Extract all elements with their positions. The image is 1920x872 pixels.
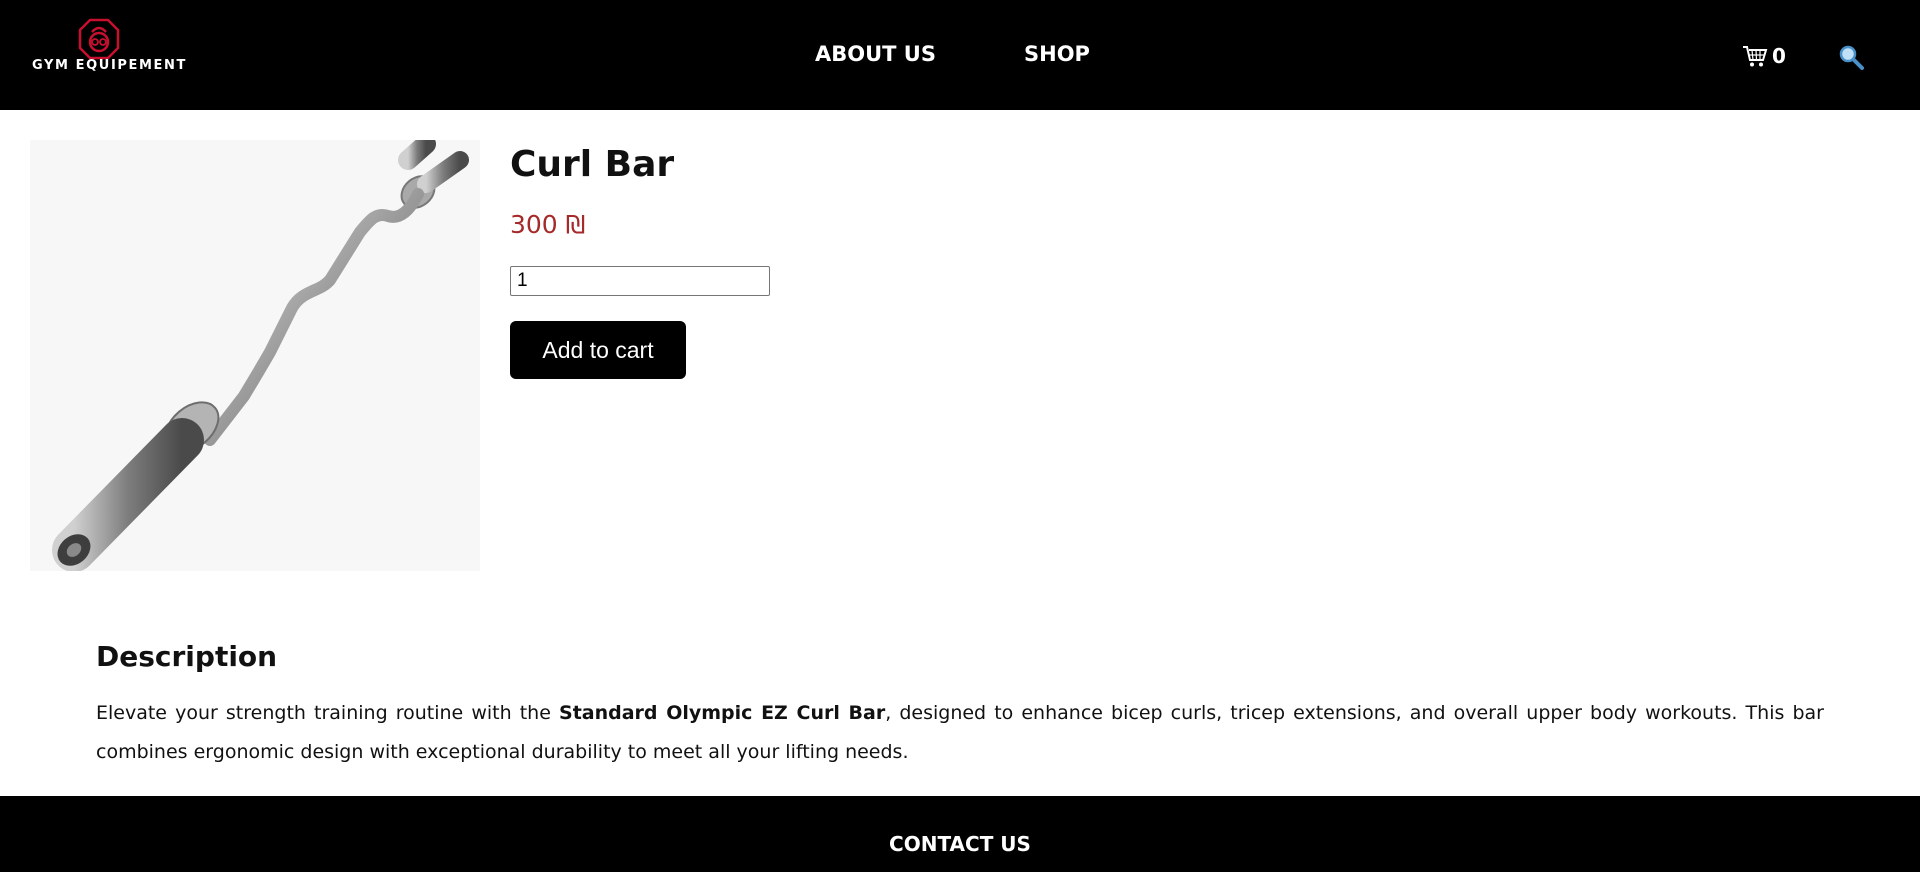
cart-icon	[1743, 46, 1768, 67]
product-image	[30, 134, 480, 572]
site-footer: CONTACT US	[0, 796, 1920, 872]
nav-shop[interactable]: SHOP	[1024, 42, 1090, 66]
nav-about-us[interactable]: ABOUT US	[815, 42, 936, 66]
site-logo[interactable]: GYM EQUIPEMENT	[28, 18, 185, 78]
footer-contact-us[interactable]: CONTACT US	[0, 832, 1920, 856]
cart-count: 0	[1772, 44, 1786, 68]
curl-bar-image	[52, 134, 469, 572]
add-to-cart-button[interactable]: Add to cart	[510, 321, 686, 379]
description-product-name: Standard Olympic EZ Curl Bar	[559, 702, 886, 724]
quantity-input[interactable]	[510, 266, 770, 296]
search-icon	[1839, 45, 1864, 70]
product-price: 300 ₪	[510, 210, 586, 239]
site-header: GYM EQUIPEMENT ABOUT US SHOP 0	[0, 0, 1920, 110]
search-button[interactable]	[1838, 44, 1864, 70]
product-title: Curl Bar	[510, 144, 675, 185]
description-text-intro: Elevate your strength training routine w…	[96, 702, 560, 724]
logo-text: GYM EQUIPEMENT	[32, 58, 187, 73]
kettlebell-logo-icon	[78, 18, 120, 60]
description-heading: Description	[96, 640, 278, 673]
description-text: Elevate your strength training routine w…	[96, 694, 1824, 772]
